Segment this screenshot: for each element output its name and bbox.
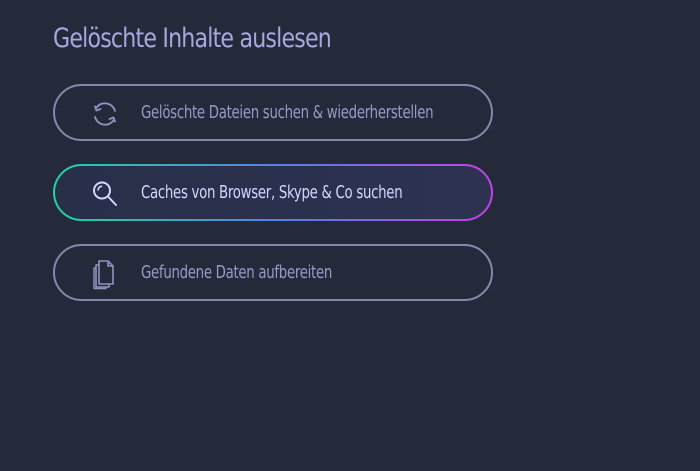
process-found-data-button[interactable]: Gefundene Daten aufbereiten [53,244,493,301]
option-label: Gelöschte Dateien suchen & wiederherstel… [141,102,434,123]
section-title: Gelöschte Inhalte auslesen [53,23,332,54]
option-label: Caches von Browser, Skype & Co suchen [141,182,403,203]
search-icon [89,178,121,210]
documents-icon [89,258,121,290]
refresh-icon [89,98,121,130]
search-caches-button[interactable]: Caches von Browser, Skype & Co suchen [53,164,493,221]
recover-deleted-files-button[interactable]: Gelöschte Dateien suchen & wiederherstel… [53,84,493,141]
option-list: Gelöschte Dateien suchen & wiederherstel… [53,84,493,324]
option-label: Gefundene Daten aufbereiten [141,262,333,283]
